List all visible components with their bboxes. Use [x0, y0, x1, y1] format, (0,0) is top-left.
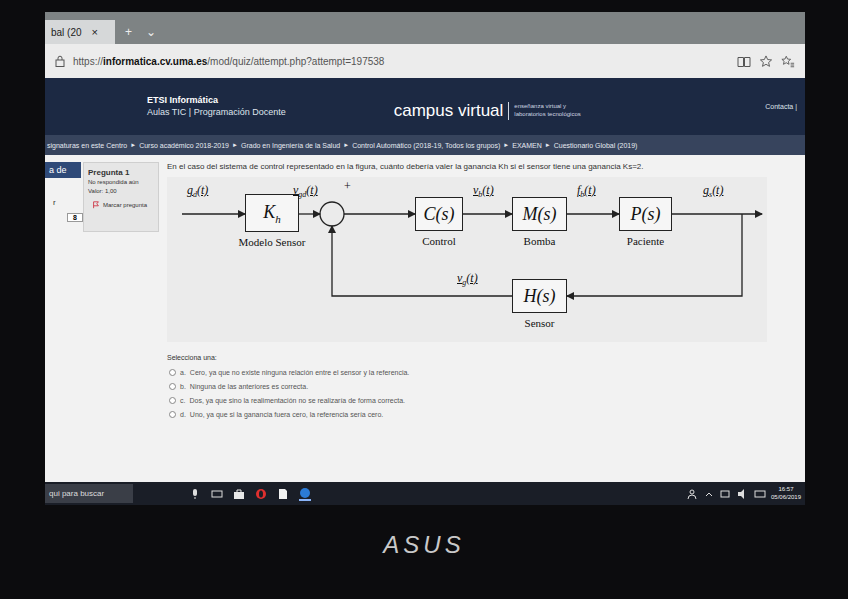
sum-sign: +	[344, 179, 351, 194]
quiz-nav-label: r	[45, 198, 81, 207]
url-field[interactable]: https://informatica.cv.uma.es/mod/quiz/a…	[73, 56, 729, 67]
diagram-block[interactable]: Kh	[245, 194, 299, 232]
quiz-content: a der8Pregunta 1No respondida aúnValor: …	[45, 155, 805, 482]
file-icon[interactable]	[277, 488, 289, 500]
block-diagram: + Kh Modelo Sensor C(s) Control M(s) Bomba P(s)…	[167, 177, 767, 342]
photo-frame: bal (20× + ⌄ https://informatica.cv.uma.es/…	[0, 0, 848, 599]
signal-label: gd(t)	[187, 183, 208, 199]
lock-icon	[55, 55, 65, 67]
reading-view-icon[interactable]	[737, 55, 751, 68]
block-caption: Modelo Sensor	[235, 236, 309, 249]
question-info: Pregunta 1No respondida aúnValor: 1,00 Ma…	[83, 162, 159, 232]
signal-label: gs(t)	[703, 183, 723, 199]
radio-button[interactable]	[169, 411, 176, 418]
question-text: En el caso del sistema de control repres…	[167, 162, 797, 171]
task-view-icon[interactable]	[211, 488, 223, 500]
browser-tab-bar: bal (20× + ⌄	[45, 12, 805, 44]
contact-link[interactable]: Contacta |	[765, 103, 797, 110]
new-tab-button[interactable]: +	[121, 25, 136, 44]
signal-label: vg(t)	[457, 271, 478, 287]
people-icon[interactable]	[686, 488, 698, 500]
breadcrumb-item[interactable]: Control Automático (2018-19, Todos los g…	[352, 142, 500, 149]
edge-icon[interactable]	[299, 487, 311, 501]
breadcrumb-separator: ►	[130, 142, 136, 148]
address-bar: https://informatica.cv.uma.es/mod/quiz/a…	[45, 44, 805, 78]
volume-icon[interactable]	[737, 488, 749, 500]
quiz-nav-button[interactable]: 8	[67, 213, 83, 222]
favorites-list-icon[interactable]	[781, 55, 795, 68]
block-caption: Control	[405, 235, 473, 248]
site-header: ETSI InformáticaAulas TIC | Programación…	[45, 78, 805, 135]
question-value: Valor: 1,00	[88, 187, 154, 195]
microphone-icon[interactable]	[189, 488, 201, 500]
signal-label: fb(t)	[577, 183, 596, 199]
radio-button[interactable]	[169, 397, 176, 404]
quiz-navigation: a de r 8	[45, 162, 81, 482]
flag-question-button[interactable]: Marcar pregunta	[88, 201, 154, 209]
org-title[interactable]: ETSI InformáticaAulas TIC | Programación…	[147, 95, 286, 118]
quiz-nav-heading: a de	[45, 162, 81, 178]
taskbar: qui para buscar 16:5705/06/2019	[45, 482, 805, 505]
breadcrumb-item[interactable]: Curso académico 2018-2019	[139, 142, 229, 149]
radio-button[interactable]	[169, 383, 176, 390]
answer-option[interactable]: b.Ninguna de las anteriores es correcta.	[167, 379, 797, 393]
flag-icon	[92, 201, 100, 209]
tab-menu-button[interactable]: ⌄	[142, 25, 160, 44]
breadcrumb-item[interactable]: EXAMEN	[512, 142, 542, 149]
answer-option[interactable]: a.Cero, ya que no existe ninguna relació…	[167, 365, 797, 379]
breadcrumb-separator: ►	[232, 142, 238, 148]
signal-label: vgd(t)	[293, 183, 318, 199]
opera-icon[interactable]	[255, 488, 267, 500]
diagram-block[interactable]: M(s)	[512, 197, 567, 231]
breadcrumb-separator: ►	[503, 142, 509, 148]
store-icon[interactable]	[233, 488, 245, 500]
block-caption: Paciente	[609, 235, 682, 248]
browser-tab[interactable]: bal (20×	[45, 20, 115, 44]
clock[interactable]: 16:5705/06/2019	[771, 486, 801, 500]
question-number: Pregunta 1	[88, 167, 154, 178]
answer-option[interactable]: d.Uno, ya que si la ganancia fuera cero,…	[167, 407, 797, 421]
block-caption: Bomba	[502, 235, 577, 248]
breadcrumb: signaturas en este Centro►Curso académic…	[45, 135, 805, 155]
keyboard-icon[interactable]	[754, 488, 766, 500]
radio-button[interactable]	[169, 369, 176, 376]
taskbar-search[interactable]: qui para buscar	[45, 484, 133, 503]
laptop-screen: bal (20× + ⌄ https://informatica.cv.uma.es/…	[45, 12, 805, 505]
diagram-block[interactable]: P(s)	[619, 197, 672, 231]
breadcrumb-item[interactable]: Cuestionario Global (2019)	[554, 142, 638, 149]
asus-logo: ASUS	[0, 531, 848, 559]
answer-option[interactable]: c.Dos, ya que sino la realimentación no …	[167, 393, 797, 407]
answer-prompt: Selecciona una:	[167, 354, 797, 361]
breadcrumb-item[interactable]: Grado en Ingeniería de la Salud	[241, 142, 340, 149]
system-tray: 16:5705/06/2019	[686, 486, 805, 500]
diagram-block[interactable]: H(s)	[512, 279, 567, 313]
breadcrumb-separator: ►	[343, 142, 349, 148]
question-status: No respondida aún	[88, 178, 154, 186]
signal-label: vb(t)	[473, 183, 494, 199]
campus-virtual-logo[interactable]: campus virtualenseñanza virtual ylaborat…	[394, 101, 581, 121]
tab-close-button[interactable]: ×	[92, 26, 98, 38]
chevron-up-icon[interactable]	[703, 488, 715, 500]
question-body: En el caso del sistema de control repres…	[159, 162, 805, 482]
network-icon[interactable]	[720, 488, 732, 500]
breadcrumb-item[interactable]: signaturas en este Centro	[47, 142, 127, 149]
block-caption: Sensor	[502, 317, 577, 330]
favorite-star-icon[interactable]	[759, 55, 773, 68]
breadcrumb-separator: ►	[545, 142, 551, 148]
diagram-block[interactable]: C(s)	[415, 197, 463, 231]
